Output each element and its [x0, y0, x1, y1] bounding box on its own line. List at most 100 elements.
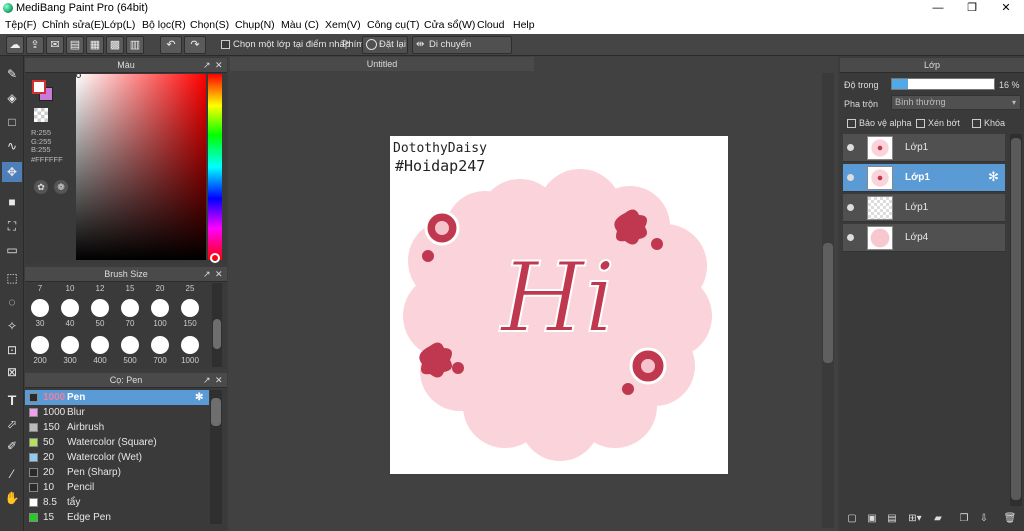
- brush-size-option[interactable]: [121, 299, 139, 317]
- hue-cursor[interactable]: [210, 253, 220, 263]
- brush-size-option[interactable]: [151, 336, 169, 354]
- brush-list-scroll-thumb[interactable]: [211, 398, 221, 426]
- layer-scroll-thumb[interactable]: [1011, 138, 1021, 500]
- new-1bit-layer-icon[interactable]: ▤: [884, 511, 900, 527]
- eyedropper-icon[interactable]: ⁄: [2, 464, 22, 484]
- visibility-icon[interactable]: [847, 174, 854, 181]
- menu-layer[interactable]: Lớp(L): [104, 19, 135, 31]
- lock-checkbox[interactable]: [972, 119, 981, 128]
- layer-scrollbar[interactable]: [1010, 134, 1022, 506]
- gear-icon[interactable]: ✻: [195, 390, 203, 405]
- redo-icon[interactable]: ↷: [184, 36, 206, 54]
- primary-color-swatch[interactable]: [32, 80, 46, 94]
- menu-cloud[interactable]: Cloud: [477, 19, 504, 31]
- brush-list-item[interactable]: 1000 Blur: [25, 405, 209, 420]
- menu-filter[interactable]: Bộ lọc(R): [142, 19, 186, 31]
- move-tool-icon[interactable]: ✥: [2, 162, 22, 182]
- alpha-protect-checkbox[interactable]: [847, 119, 856, 128]
- close-panel-icon[interactable]: ✕: [215, 267, 223, 282]
- gradient-tool-icon[interactable]: ▭: [2, 240, 22, 260]
- menu-edit[interactable]: Chỉnh sửa(E): [42, 19, 104, 31]
- document-canvas[interactable]: Hi DotothyDaisy #Hoidap247: [390, 136, 728, 474]
- maximize-button[interactable]: ❐: [956, 0, 988, 16]
- undock-icon[interactable]: ↗: [203, 373, 211, 388]
- menu-color[interactable]: Màu (C): [281, 19, 319, 31]
- layer-row[interactable]: Lớp4: [843, 224, 1005, 252]
- brush-size-scroll-thumb[interactable]: [213, 319, 221, 349]
- magic-wand-icon[interactable]: ✧: [2, 316, 22, 336]
- move-hv-button[interactable]: ⇹Di chuyển ngang/dọc: [412, 36, 512, 66]
- brush-size-scrollbar[interactable]: [212, 283, 222, 367]
- brush-list-item[interactable]: 20 Pen (Sharp): [25, 465, 209, 480]
- select-rect-icon[interactable]: ⬚: [2, 268, 22, 288]
- layer-row[interactable]: Lớp1: [843, 134, 1005, 162]
- comment-icon[interactable]: ✉: [46, 36, 64, 54]
- transparent-swatch[interactable]: [34, 108, 48, 122]
- folder-icon[interactable]: ▰: [930, 511, 946, 527]
- close-panel-icon[interactable]: ✕: [215, 58, 223, 73]
- brush-size-option[interactable]: [61, 299, 79, 317]
- gear-icon[interactable]: ✻: [988, 169, 999, 185]
- bucket-tool-icon[interactable]: ⛶: [2, 216, 22, 236]
- hue-slider[interactable]: [208, 74, 222, 260]
- snap-layer-checkbox[interactable]: [221, 40, 230, 49]
- layer-row[interactable]: Lớp1: [843, 194, 1005, 222]
- menu-view[interactable]: Xem(V): [325, 19, 361, 31]
- layer-row[interactable]: Lớp1 ✻: [843, 164, 1005, 192]
- undo-icon[interactable]: ↶: [160, 36, 182, 54]
- merge-down-icon[interactable]: ⇩: [976, 511, 992, 527]
- menu-window[interactable]: Cửa sổ(W): [424, 19, 475, 31]
- brush-list-item[interactable]: 10 Pencil: [25, 480, 209, 495]
- menu-select[interactable]: Chọn(S): [190, 19, 229, 31]
- menu-capture[interactable]: Chụp(N): [235, 19, 275, 31]
- blend-mode-select[interactable]: Bình thường ▾: [891, 95, 1021, 110]
- brush-size-option[interactable]: [181, 299, 199, 317]
- saturation-value-picker[interactable]: [76, 74, 206, 260]
- operation-tool-icon[interactable]: ⬀: [2, 414, 22, 434]
- menu-help[interactable]: Help: [513, 19, 535, 31]
- chat-icon[interactable]: ▤: [66, 36, 84, 54]
- brush-size-option[interactable]: [121, 336, 139, 354]
- brush-size-option[interactable]: [31, 336, 49, 354]
- canvas-scroll-thumb[interactable]: [823, 243, 833, 363]
- brush-tool-icon[interactable]: ✎: [2, 64, 22, 84]
- brush-size-option[interactable]: [61, 336, 79, 354]
- lasso-icon[interactable]: ◌: [2, 292, 22, 312]
- text-tool-icon[interactable]: T: [2, 390, 22, 410]
- document-icon[interactable]: ▦: [86, 36, 104, 54]
- brush-size-option[interactable]: [91, 299, 109, 317]
- reset-button[interactable]: Đặt lại: [362, 36, 408, 54]
- brush-list-scrollbar[interactable]: [210, 390, 222, 524]
- dot-tool-icon[interactable]: ∿: [2, 136, 22, 156]
- brush-size-option[interactable]: [91, 336, 109, 354]
- brush-list-item[interactable]: 8.5 tẩy: [25, 495, 209, 510]
- brush-list-item[interactable]: 1000 Pen ✻: [25, 390, 209, 405]
- new-layer-icon[interactable]: ▢: [844, 511, 860, 527]
- color-settings-icon[interactable]: ❁: [54, 180, 68, 194]
- menu-file[interactable]: Tệp(F): [5, 19, 37, 31]
- sv-cursor[interactable]: [76, 73, 81, 78]
- minimize-button[interactable]: —: [922, 0, 954, 16]
- undock-icon[interactable]: ↗: [203, 58, 211, 73]
- brush-size-option[interactable]: [181, 336, 199, 354]
- brush-list-item[interactable]: 150 Airbrush: [25, 420, 209, 435]
- hand-tool-icon[interactable]: ✋: [2, 488, 22, 508]
- rectangle-tool-icon[interactable]: □: [2, 112, 22, 132]
- menu-tools[interactable]: Công cụ(T): [367, 19, 420, 31]
- delete-layer-icon[interactable]: 🗑: [1002, 511, 1018, 527]
- brush-list-item[interactable]: 15 Edge Pen: [25, 510, 209, 525]
- divide-tool-icon[interactable]: ✐: [2, 436, 22, 456]
- brush-list-item[interactable]: 50 Watercolor (Square): [25, 435, 209, 450]
- select-eraser-icon[interactable]: ⊠: [2, 362, 22, 382]
- eraser-tool-icon[interactable]: ◈: [2, 88, 22, 108]
- panel-icon[interactable]: ▥: [126, 36, 144, 54]
- grid-icon[interactable]: ▩: [106, 36, 124, 54]
- cloud-icon[interactable]: ☁: [6, 36, 24, 54]
- palette-icon[interactable]: ✿: [34, 180, 48, 194]
- canvas-vertical-scrollbar[interactable]: [822, 73, 834, 528]
- close-panel-icon[interactable]: ✕: [215, 373, 223, 388]
- visibility-icon[interactable]: [847, 144, 854, 151]
- visibility-icon[interactable]: [847, 234, 854, 241]
- export-icon[interactable]: ⇪: [26, 36, 44, 54]
- brush-list-item[interactable]: 20 Watercolor (Wet): [25, 450, 209, 465]
